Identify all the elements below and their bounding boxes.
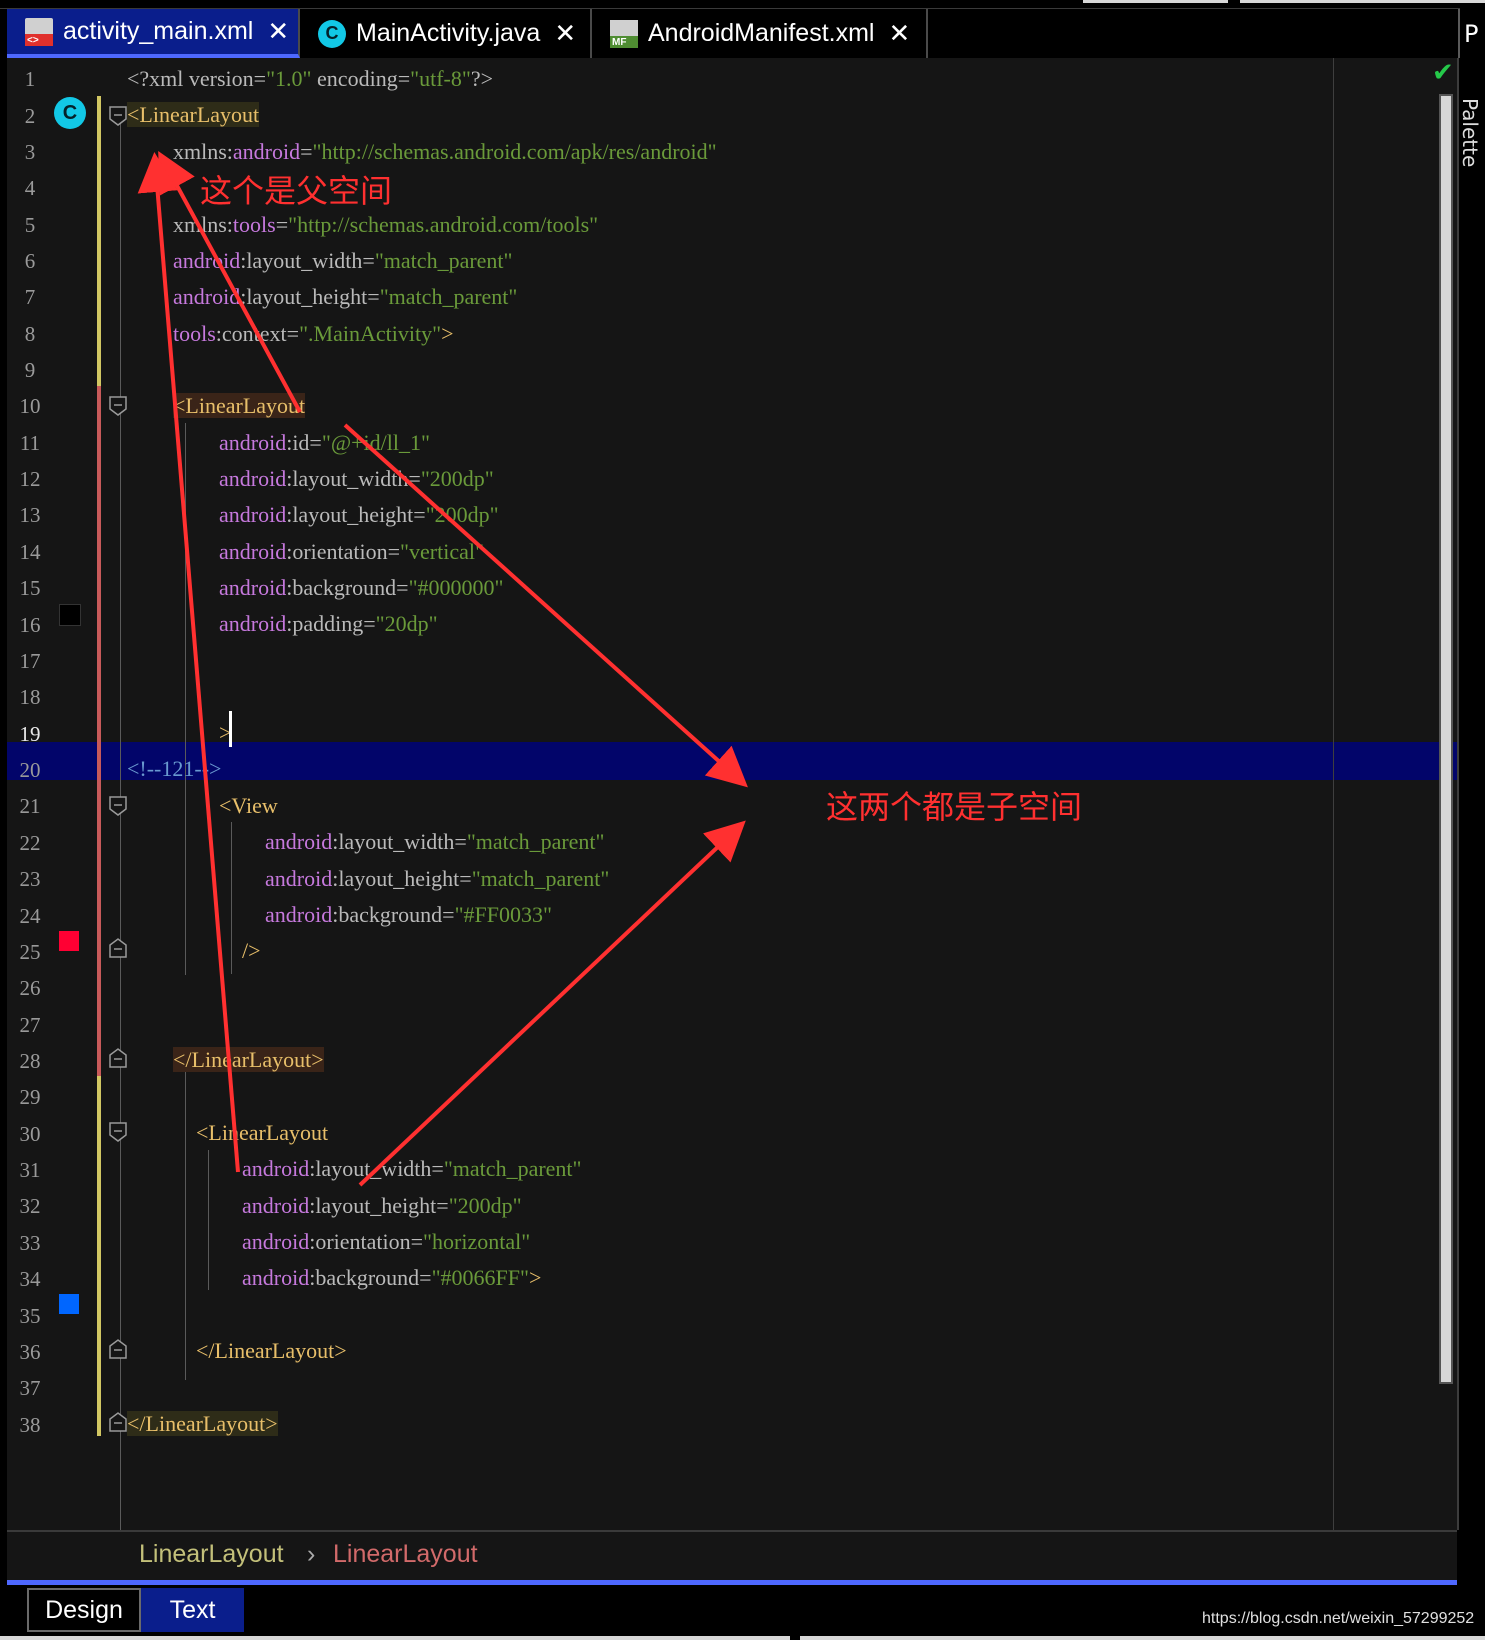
tab-design[interactable]: Design	[27, 1588, 141, 1632]
annotation-arrows	[137, 150, 748, 1187]
breadcrumb-item[interactable]: LinearLayout	[139, 1540, 284, 1569]
annotation-parent-text: 这个是父空间	[200, 172, 393, 210]
breadcrumb: LinearLayout › LinearLayout	[7, 1530, 1457, 1580]
breadcrumb-separator: ›	[307, 1540, 316, 1568]
tab-text[interactable]: Text	[141, 1588, 244, 1632]
annotation-arrow	[358, 820, 746, 1187]
bottom-strip	[0, 1636, 790, 1640]
breadcrumb-item[interactable]: LinearLayout	[333, 1540, 478, 1569]
annotation-arrow	[343, 423, 748, 788]
watermark: https://blog.csdn.net/weixin_57299252	[1202, 1610, 1475, 1627]
annotation-arrow	[137, 152, 240, 1173]
ide-window: <> activity_main.xml ✕ C MainActivity.ja…	[0, 0, 1485, 1640]
bottom-strip	[800, 1636, 1485, 1640]
annotation-children-text: 这两个都是子空间	[826, 788, 1083, 826]
